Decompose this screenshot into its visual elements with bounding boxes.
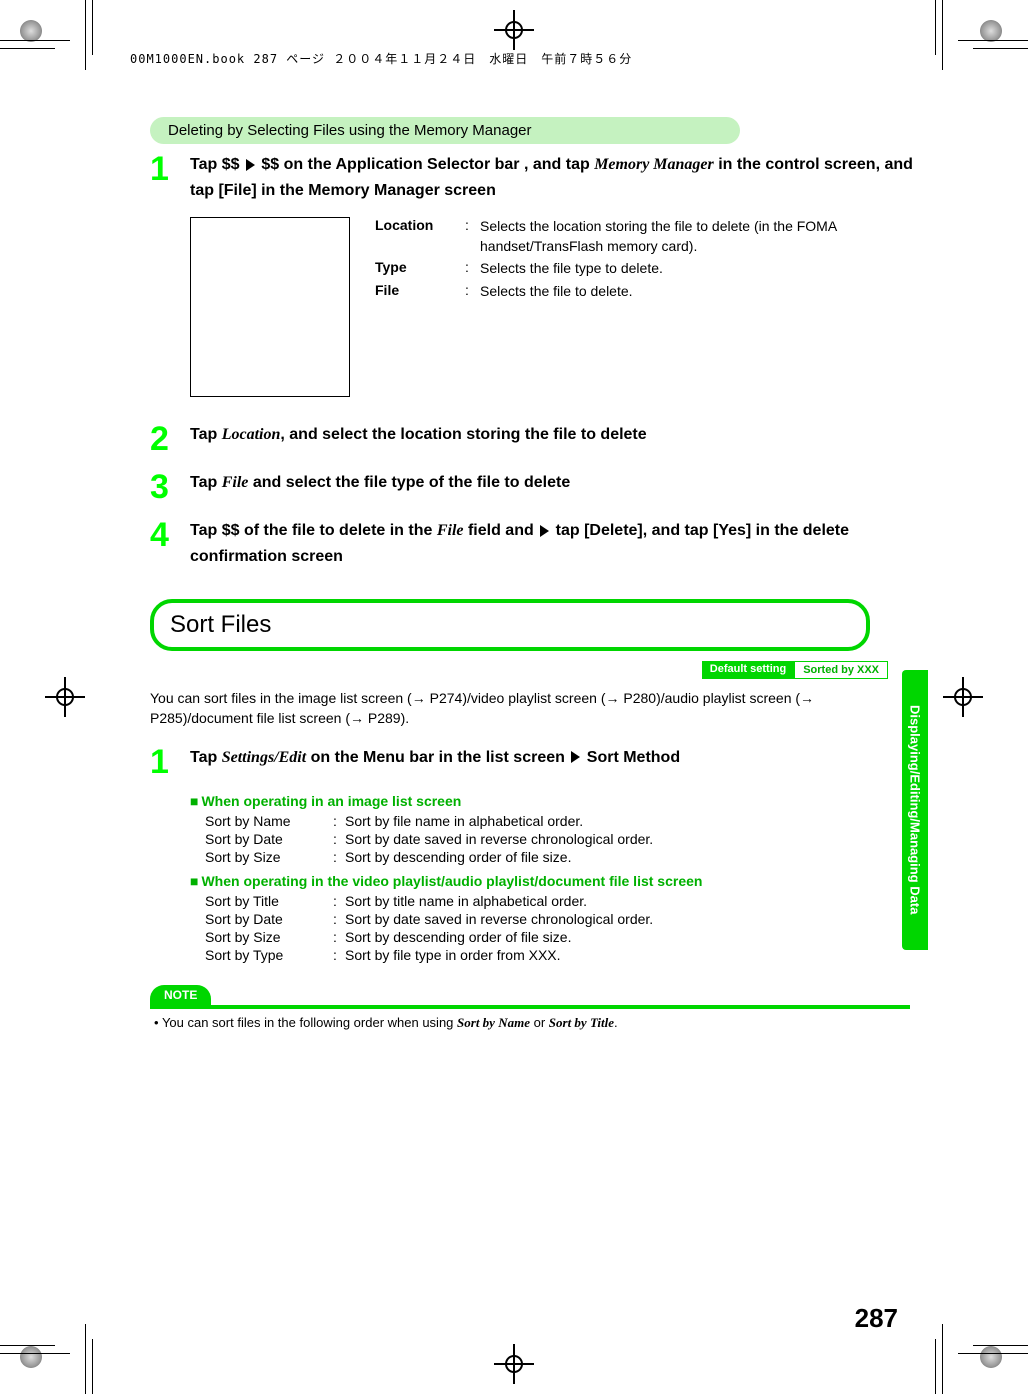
arrow-right-icon bbox=[606, 690, 620, 706]
major-heading: Sort Files bbox=[150, 599, 870, 651]
field-value: Sort by descending order of file size. bbox=[345, 849, 918, 865]
table-row: Sort by Name : Sort by file name in alph… bbox=[205, 813, 918, 829]
field-label: Sort by Date bbox=[205, 911, 325, 927]
field-label: Sort by Name bbox=[205, 813, 325, 829]
note-label: NOTE bbox=[150, 985, 211, 1005]
step-text: Tap Location, and select the location st… bbox=[190, 422, 918, 456]
crop-hairline bbox=[85, 0, 86, 70]
arrow-right-icon bbox=[412, 690, 426, 706]
sort-table: Sort by Name : Sort by file name in alph… bbox=[205, 813, 918, 865]
badge-label: Default setting bbox=[702, 661, 794, 679]
crop-mark-icon bbox=[980, 20, 1008, 48]
step-number: 1 bbox=[150, 745, 190, 779]
field-value: Selects the file to delete. bbox=[480, 282, 918, 302]
registration-mark-icon bbox=[45, 677, 85, 717]
field-label: Sort by Size bbox=[205, 929, 325, 945]
sort-table: Sort by Title : Sort by title name in al… bbox=[205, 893, 918, 963]
note-text: You can sort files in the following orde… bbox=[166, 1015, 918, 1031]
crop-hairline bbox=[973, 1345, 1028, 1346]
field-label: Location bbox=[375, 217, 465, 256]
crop-hairline bbox=[958, 40, 1028, 41]
crop-hairline bbox=[958, 1353, 1028, 1354]
table-row: Location : Selects the location storing … bbox=[375, 217, 918, 256]
definition-table: Location : Selects the location storing … bbox=[375, 217, 918, 397]
field-value: Sort by date saved in reverse chronologi… bbox=[345, 831, 918, 847]
subsection-heading: When operating in an image list screen bbox=[190, 793, 918, 809]
badge-value: Sorted by XXX bbox=[794, 661, 888, 679]
crop-hairline bbox=[0, 48, 55, 49]
crop-mark-icon bbox=[980, 1346, 1008, 1374]
crop-hairline bbox=[973, 48, 1028, 49]
section-heading: Deleting by Selecting Files using the Me… bbox=[150, 117, 740, 144]
field-value: Sort by file type in order from XXX. bbox=[345, 947, 918, 963]
crop-hairline bbox=[942, 1324, 943, 1394]
step-1-sort: 1 Tap Settings/Edit on the Menu bar in t… bbox=[150, 745, 918, 779]
triangle-right-icon bbox=[540, 525, 549, 537]
step-text: Tap $$ $$ on the Application Selector ba… bbox=[190, 152, 918, 203]
crop-hairline bbox=[0, 1345, 55, 1346]
field-label: Sort by Size bbox=[205, 849, 325, 865]
table-row: Sort by Title : Sort by title name in al… bbox=[205, 893, 918, 909]
screenshot-placeholder bbox=[190, 217, 350, 397]
crop-hairline bbox=[942, 0, 943, 70]
registration-mark-icon bbox=[943, 677, 983, 717]
side-tab: Displaying/Editing/Managing Data bbox=[902, 670, 928, 950]
default-setting-badge: Default setting Sorted by XXX bbox=[702, 661, 888, 679]
arrow-right-icon bbox=[350, 710, 364, 726]
step-1-detail: Location : Selects the location storing … bbox=[190, 217, 918, 397]
crop-hairline bbox=[935, 0, 936, 55]
step-number: 4 bbox=[150, 518, 190, 569]
field-value: Sort by file name in alphabetical order. bbox=[345, 813, 918, 829]
registration-mark-icon bbox=[494, 1344, 534, 1384]
triangle-right-icon bbox=[246, 159, 255, 171]
crop-hairline bbox=[0, 1353, 70, 1354]
crop-mark-icon bbox=[20, 1346, 48, 1374]
field-label: Type bbox=[375, 259, 465, 279]
registration-mark-icon bbox=[494, 10, 534, 50]
field-value: Sort by title name in alphabetical order… bbox=[345, 893, 918, 909]
crop-hairline bbox=[92, 1339, 93, 1394]
page-frame: 00M1000EN.book 287 ページ ２００４年１１月２４日 水曜日 午… bbox=[100, 50, 928, 1344]
note-rule bbox=[150, 1005, 910, 1009]
step-number: 2 bbox=[150, 422, 190, 456]
table-row: Sort by Size : Sort by descending order … bbox=[205, 849, 918, 865]
table-row: Sort by Size : Sort by descending order … bbox=[205, 929, 918, 945]
subsection-heading: When operating in the video playlist/aud… bbox=[190, 873, 918, 889]
table-row: Sort by Date : Sort by date saved in rev… bbox=[205, 831, 918, 847]
step-text: Tap $$ of the file to delete in the File… bbox=[190, 518, 918, 569]
table-row: Type : Selects the file type to delete. bbox=[375, 259, 918, 279]
crop-hairline bbox=[935, 1339, 936, 1394]
crop-mark-icon bbox=[20, 20, 48, 48]
field-label: Sort by Date bbox=[205, 831, 325, 847]
note-block: NOTE You can sort files in the following… bbox=[150, 965, 918, 1031]
arrow-right-icon bbox=[800, 690, 814, 706]
table-row: Sort by Type : Sort by file type in orde… bbox=[205, 947, 918, 963]
field-label: File bbox=[375, 282, 465, 302]
table-row: Sort by Date : Sort by date saved in rev… bbox=[205, 911, 918, 927]
field-value: Selects the file type to delete. bbox=[480, 259, 918, 279]
crop-hairline bbox=[92, 0, 93, 55]
triangle-right-icon bbox=[571, 751, 580, 763]
crop-hairline bbox=[0, 40, 70, 41]
step-text: Tap File and select the file type of the… bbox=[190, 470, 918, 504]
page-number: 287 bbox=[855, 1303, 898, 1334]
content-area: Deleting by Selecting Files using the Me… bbox=[100, 117, 928, 1031]
field-value: Selects the location storing the file to… bbox=[480, 217, 918, 256]
step-number: 3 bbox=[150, 470, 190, 504]
slug-line: 00M1000EN.book 287 ページ ２００４年１１月２４日 水曜日 午… bbox=[130, 50, 928, 67]
step-2: 2 Tap Location, and select the location … bbox=[150, 422, 918, 456]
step-3: 3 Tap File and select the file type of t… bbox=[150, 470, 918, 504]
field-value: Sort by date saved in reverse chronologi… bbox=[345, 911, 918, 927]
intro-text: You can sort files in the image list scr… bbox=[150, 689, 888, 728]
field-label: Sort by Type bbox=[205, 947, 325, 963]
step-4: 4 Tap $$ of the file to delete in the Fi… bbox=[150, 518, 918, 569]
field-value: Sort by descending order of file size. bbox=[345, 929, 918, 945]
field-label: Sort by Title bbox=[205, 893, 325, 909]
step-number: 1 bbox=[150, 152, 190, 203]
table-row: File : Selects the file to delete. bbox=[375, 282, 918, 302]
step-text: Tap Settings/Edit on the Menu bar in the… bbox=[190, 745, 918, 779]
step-1: 1 Tap $$ $$ on the Application Selector … bbox=[150, 152, 918, 203]
crop-hairline bbox=[85, 1324, 86, 1394]
